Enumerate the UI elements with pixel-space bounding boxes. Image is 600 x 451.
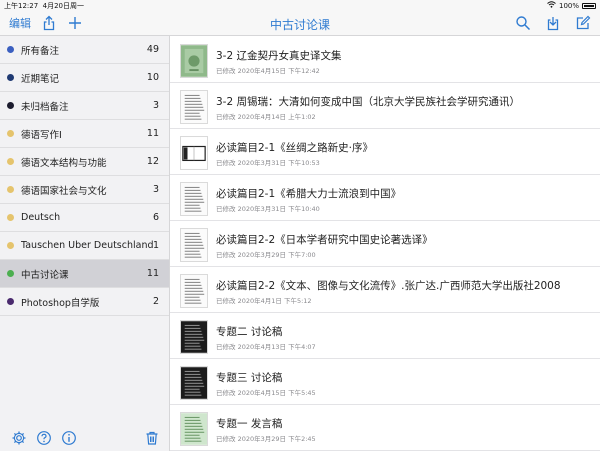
note-thumbnail	[180, 412, 208, 446]
wifi-icon	[547, 1, 556, 10]
status-time: 上午12:27	[4, 2, 39, 10]
sidebar-item-label: Deutsch	[21, 212, 61, 223]
sidebar-item[interactable]: 近期笔记 10	[0, 64, 169, 92]
note-row[interactable]: 3-2 辽金契丹女真史译文集已修改 2020年4月15日 下午12:42	[170, 38, 600, 83]
sidebar-item-count: 11	[146, 268, 159, 279]
note-title: 专题二 讨论稿	[216, 326, 283, 338]
sidebar-item[interactable]: Tauschen Über Deutschland 1	[0, 232, 169, 260]
status-date: 4月20日周一	[42, 2, 85, 10]
sidebar-item-label: Photoshop自学版	[21, 297, 100, 309]
sidebar-item[interactable]: 德语文本结构与功能 12	[0, 148, 169, 176]
note-date: 已修改 2020年4月15日 下午5:45	[216, 389, 316, 397]
sidebar-item[interactable]: 中古讨论课 11	[0, 260, 169, 288]
sidebar-item-count: 3	[152, 184, 159, 195]
note-date: 已修改 2020年3月29日 下午7:00	[216, 251, 316, 259]
note-row[interactable]: 专题二 讨论稿已修改 2020年4月13日 下午4:07	[170, 314, 600, 359]
folder-color-dot	[7, 214, 14, 221]
note-row[interactable]: 3-2 周锡瑞：大清如何变成中国（北京大学民族社会学研究通讯） 已修改 2020年…	[170, 84, 600, 129]
note-date: 已修改 2020年3月29日 下午2:45	[216, 435, 316, 443]
battery-icon	[582, 2, 596, 9]
note-title: 必读篇目2-1《丝绸之路新史·序》	[216, 142, 373, 154]
sidebar-item-count: 6	[152, 212, 159, 223]
sidebar-item-label: 德语写作I	[21, 129, 62, 141]
folder-color-dot	[7, 158, 14, 165]
note-row[interactable]: 必读篇目2-2《日本学者研究中国史论著选译》已修改 2020年3月29日 下午7…	[170, 222, 600, 267]
info-icon[interactable]	[61, 430, 77, 446]
note-title: 必读篇目2-1《希腊大力士流浪到中国》	[216, 188, 402, 200]
sidebar-item[interactable]: 所有备注 49	[0, 36, 169, 64]
sidebar-footer	[0, 425, 170, 451]
sidebar-item-label: 德语国家社会与文化	[21, 185, 107, 197]
folder-color-dot	[7, 242, 14, 249]
folder-color-dot	[7, 186, 14, 193]
note-row[interactable]: 必读篇目2-1《希腊大力士流浪到中国》已修改 2020年3月31日 下午10:4…	[170, 176, 600, 221]
sidebar-item-count: 49	[146, 44, 159, 55]
status-bar: 上午12:27 4月20日周一 100%	[0, 0, 600, 11]
folder-color-dot	[7, 130, 14, 137]
nav-bar: 编辑 中古讨论课	[0, 11, 600, 36]
status-right: 100%	[547, 1, 596, 10]
page-title: 中古讨论课	[269, 18, 330, 32]
share-icon[interactable]	[41, 15, 57, 31]
note-thumbnail	[180, 182, 208, 216]
note-thumbnail	[180, 136, 208, 170]
note-thumbnail	[180, 366, 208, 400]
note-date: 已修改 2020年4月13日 下午4:07	[216, 343, 316, 351]
sidebar-item[interactable]: Photoshop自学版 2	[0, 288, 169, 316]
sidebar-item-count: 3	[152, 100, 159, 111]
note-thumbnail	[180, 320, 208, 354]
note-thumbnail	[180, 90, 208, 124]
sidebar-item[interactable]: Deutsch 6	[0, 204, 169, 232]
sidebar-item-count: 11	[146, 128, 159, 139]
sidebar-item-count: 1	[152, 240, 159, 251]
note-thumbnail	[180, 44, 208, 78]
folder-color-dot	[7, 74, 14, 81]
help-icon[interactable]	[36, 430, 52, 446]
note-date: 已修改 2020年4月14日 上午1:02	[216, 113, 316, 121]
sidebar-item-label: 所有备注	[21, 45, 60, 57]
note-title: 专题一 发言稿	[216, 418, 283, 430]
sidebar-item[interactable]: 未归档备注 3	[0, 92, 169, 120]
note-row[interactable]: 必读篇目2-2《文本、图像与文化流传》.张广达.广西师范大学出版社2008 已修改…	[170, 268, 600, 313]
note-date: 已修改 2020年3月31日 下午10:53	[216, 159, 320, 167]
folder-color-dot	[7, 102, 14, 109]
sidebar-item-label: 未归档备注	[21, 101, 69, 113]
note-thumbnail	[180, 228, 208, 262]
sidebar: 所有备注 49 近期笔记 10 未归档备注 3 德语写作I 11 德语文本结构与功能 12 德语国家…	[0, 36, 170, 425]
note-date: 已修改 2020年3月31日 下午10:40	[216, 205, 320, 213]
note-title: 3-2 周锡瑞：大清如何变成中国（北京大学民族社会学研究通讯）	[216, 96, 520, 108]
note-title: 3-2 辽金契丹女真史译文集	[216, 50, 342, 62]
note-title: 必读篇目2-2《日本学者研究中国史论著选译》	[216, 234, 433, 246]
sidebar-item-label: 中古讨论课	[21, 269, 69, 281]
sidebar-item-label: 近期笔记	[21, 73, 60, 85]
note-row[interactable]: 专题一 发言稿已修改 2020年3月29日 下午2:45	[170, 406, 600, 451]
edit-button[interactable]: 编辑	[9, 15, 31, 31]
trash-icon[interactable]	[144, 430, 160, 446]
note-date: 已修改 2020年4月15日 下午12:42	[216, 67, 320, 75]
search-icon[interactable]	[515, 15, 531, 31]
note-row[interactable]: 专题三 讨论稿已修改 2020年4月15日 下午5:45	[170, 360, 600, 405]
note-thumbnail	[180, 274, 208, 308]
note-title: 专题三 讨论稿	[216, 372, 283, 384]
download-icon[interactable]	[545, 15, 561, 31]
battery-percent: 100%	[558, 1, 579, 10]
note-date: 已修改 2020年4月1日 下午5:12	[216, 297, 312, 305]
note-list: 3-2 辽金契丹女真史译文集 已修改 2020年4月15日 下午12:42 3-2 …	[170, 36, 600, 451]
settings-icon[interactable]	[11, 430, 27, 446]
add-icon[interactable]	[67, 15, 83, 31]
sidebar-item-count: 12	[146, 156, 159, 167]
sidebar-item[interactable]: 德语写作I 11	[0, 120, 169, 148]
compose-icon[interactable]	[575, 15, 591, 31]
sidebar-item[interactable]: 德语国家社会与文化 3	[0, 176, 169, 204]
sidebar-item-count: 10	[146, 72, 159, 83]
note-row[interactable]: 必读篇目2-1《丝绸之路新史·序》已修改 2020年3月31日 下午10:53	[170, 130, 600, 175]
sidebar-item-label: 德语文本结构与功能	[21, 157, 107, 169]
status-time-date: 上午12:27 4月20日周一	[4, 1, 84, 11]
sidebar-item-count: 2	[152, 296, 159, 307]
note-title: 必读篇目2-2《文本、图像与文化流传》.张广达.广西师范大学出版社2008	[216, 280, 561, 292]
folder-color-dot	[7, 46, 14, 53]
sidebar-item-label: Tauschen Über Deutschland	[21, 240, 153, 251]
folder-color-dot	[7, 298, 14, 305]
folder-color-dot	[7, 270, 14, 277]
